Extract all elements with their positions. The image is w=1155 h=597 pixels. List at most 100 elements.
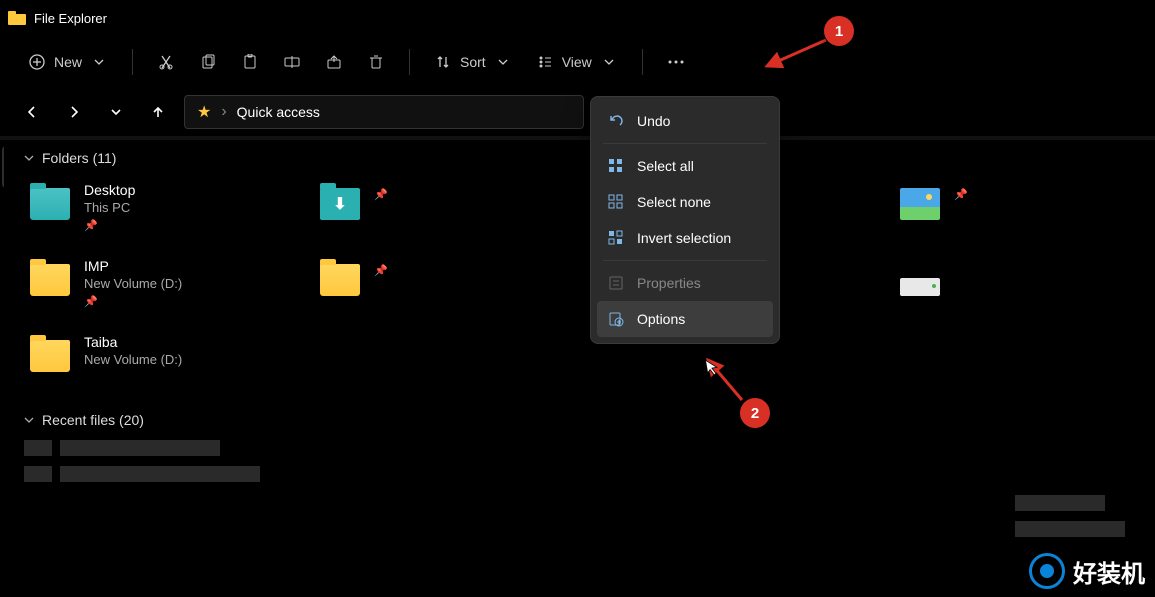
content: Folders (11) DesktopThis PC📌⬇📌DocumentsT… bbox=[4, 140, 1155, 597]
chevron-down-icon bbox=[24, 412, 34, 428]
toolbar: New Sort View bbox=[0, 36, 1155, 88]
select-none-icon bbox=[607, 193, 625, 211]
folder-name: IMP bbox=[84, 258, 182, 274]
folder-location: This PC bbox=[84, 200, 135, 215]
paste-button[interactable] bbox=[231, 47, 269, 77]
annotation-marker-1: 1 bbox=[824, 16, 854, 46]
folder-icon bbox=[28, 334, 72, 378]
folder-item[interactable] bbox=[894, 254, 1155, 312]
menu-invert-label: Invert selection bbox=[637, 230, 731, 246]
separator bbox=[132, 49, 133, 75]
share-icon bbox=[325, 53, 343, 71]
new-label: New bbox=[54, 54, 82, 70]
annotation-marker-2: 2 bbox=[740, 398, 770, 428]
watermark-text: 好装机 bbox=[1073, 554, 1145, 589]
watermark-logo-icon bbox=[1029, 553, 1065, 589]
menu-options-label: Options bbox=[637, 311, 685, 327]
folder-icon bbox=[898, 182, 942, 226]
app-icon bbox=[8, 11, 26, 25]
menu-select-none[interactable]: Select none bbox=[597, 184, 773, 220]
folder-location: New Volume (D:) bbox=[84, 276, 182, 291]
pin-icon: 📌 bbox=[84, 295, 182, 308]
window-title: File Explorer bbox=[34, 11, 107, 26]
delete-button[interactable] bbox=[357, 47, 395, 77]
context-menu: Undo Select all Select none Invert selec… bbox=[590, 96, 780, 344]
view-button[interactable]: View bbox=[526, 47, 628, 77]
breadcrumb-location[interactable]: Quick access bbox=[237, 104, 320, 120]
folder-location: New Volume (D:) bbox=[84, 352, 182, 367]
menu-undo-label: Undo bbox=[637, 113, 670, 129]
invert-icon bbox=[607, 229, 625, 247]
cut-button[interactable] bbox=[147, 47, 185, 77]
menu-select-none-label: Select none bbox=[637, 194, 711, 210]
recent-files-blurred bbox=[24, 440, 1155, 482]
separator bbox=[642, 49, 643, 75]
new-button[interactable]: New bbox=[18, 47, 118, 77]
separator bbox=[409, 49, 410, 75]
recent-locations-button[interactable] bbox=[100, 96, 132, 128]
up-button[interactable] bbox=[142, 96, 174, 128]
watermark: 好装机 bbox=[1029, 553, 1145, 589]
annotation-arrow-1 bbox=[761, 36, 831, 81]
menu-options[interactable]: Options bbox=[597, 301, 773, 337]
folder-icon bbox=[28, 258, 72, 302]
cut-icon bbox=[157, 53, 175, 71]
menu-select-all-label: Select all bbox=[637, 158, 694, 174]
menu-select-all[interactable]: Select all bbox=[597, 148, 773, 184]
sort-icon bbox=[434, 53, 452, 71]
folder-item[interactable]: 📌 bbox=[314, 254, 584, 312]
folder-item[interactable]: 📌 bbox=[894, 178, 1155, 236]
menu-separator bbox=[603, 143, 767, 144]
recent-header-label: Recent files (20) bbox=[42, 412, 144, 428]
pin-icon: 📌 bbox=[374, 264, 388, 277]
chevron-down-icon bbox=[24, 150, 34, 166]
recent-group-header[interactable]: Recent files (20) bbox=[24, 412, 1155, 428]
ellipsis-icon bbox=[667, 53, 685, 71]
undo-icon bbox=[607, 112, 625, 130]
pin-icon: 📌 bbox=[374, 188, 388, 201]
star-icon: ★ bbox=[197, 102, 211, 122]
folder-item[interactable]: DesktopThis PC📌 bbox=[24, 178, 294, 236]
copy-button[interactable] bbox=[189, 47, 227, 77]
chevron-down-icon bbox=[90, 53, 108, 71]
sort-button[interactable]: Sort bbox=[424, 47, 522, 77]
folder-icon bbox=[28, 182, 72, 226]
options-icon bbox=[607, 310, 625, 328]
chevron-down-icon bbox=[494, 53, 512, 71]
titlebar: File Explorer bbox=[0, 0, 1155, 36]
menu-undo[interactable]: Undo bbox=[597, 103, 773, 139]
pin-icon: 📌 bbox=[954, 188, 968, 201]
address-bar[interactable]: ★ › Quick access bbox=[184, 95, 584, 129]
folder-name: Taiba bbox=[84, 334, 182, 350]
more-button[interactable] bbox=[657, 47, 695, 77]
main: ★ Quick access Desktop📌⬇Downloads📌Docume… bbox=[0, 140, 1155, 597]
recent-blur-right bbox=[1015, 495, 1125, 547]
properties-icon bbox=[607, 274, 625, 292]
folder-item[interactable]: ⬇📌 bbox=[314, 178, 584, 236]
select-all-icon bbox=[607, 157, 625, 175]
view-icon bbox=[536, 53, 554, 71]
folder-icon bbox=[898, 258, 942, 302]
folder-icon bbox=[318, 258, 362, 302]
menu-properties: Properties bbox=[597, 265, 773, 301]
navbar: ★ › Quick access bbox=[0, 88, 1155, 136]
menu-properties-label: Properties bbox=[637, 275, 701, 291]
sort-label: Sort bbox=[460, 54, 486, 70]
folder-item[interactable]: Taiba New Volume (D:) bbox=[24, 330, 294, 382]
menu-separator bbox=[603, 260, 767, 261]
rename-button[interactable] bbox=[273, 47, 311, 77]
chevron-right-icon: › bbox=[221, 103, 226, 121]
pin-icon: 📌 bbox=[84, 219, 135, 232]
paste-icon bbox=[241, 53, 259, 71]
chevron-down-icon bbox=[600, 53, 618, 71]
menu-invert-selection[interactable]: Invert selection bbox=[597, 220, 773, 256]
copy-icon bbox=[199, 53, 217, 71]
forward-button[interactable] bbox=[58, 96, 90, 128]
rename-icon bbox=[283, 53, 301, 71]
folder-icon: ⬇ bbox=[318, 182, 362, 226]
share-button[interactable] bbox=[315, 47, 353, 77]
view-label: View bbox=[562, 54, 592, 70]
trash-icon bbox=[367, 53, 385, 71]
folder-item[interactable]: IMP New Volume (D:) 📌 bbox=[24, 254, 294, 312]
back-button[interactable] bbox=[16, 96, 48, 128]
